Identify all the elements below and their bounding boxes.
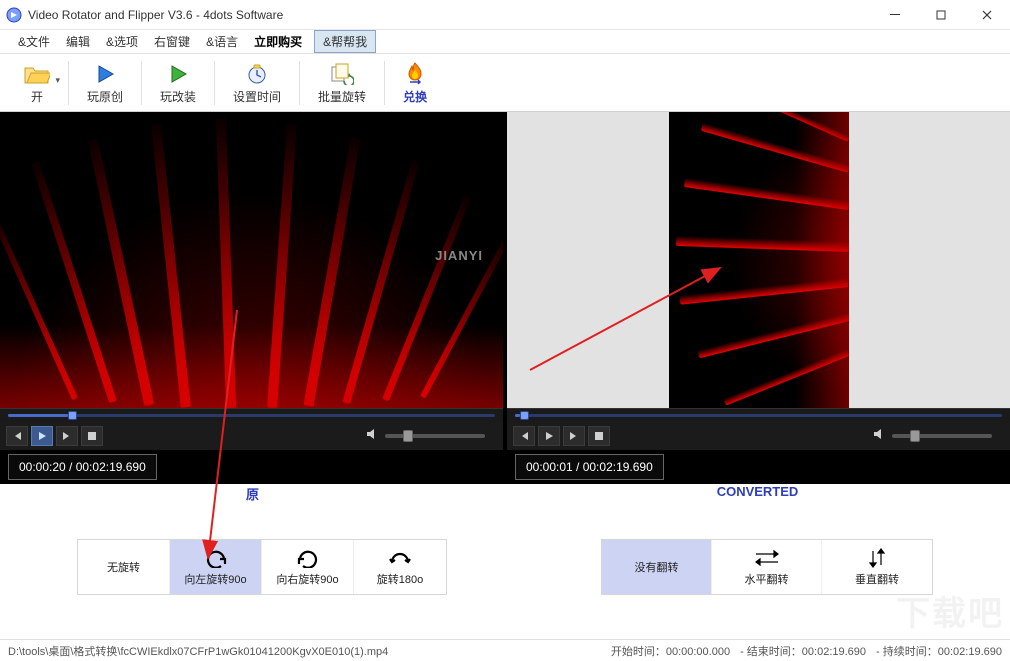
volume-slider[interactable] bbox=[892, 434, 992, 438]
statusbar: D:\tools\桌面\格式转换\fcCWIEkdlx07CFrP1wGk010… bbox=[0, 639, 1010, 661]
play-converted-label: 玩改装 bbox=[160, 88, 196, 105]
open-button[interactable]: 开 ▾ bbox=[10, 57, 64, 109]
menu-buy-now[interactable]: 立即购买 bbox=[246, 30, 310, 53]
converted-label: CONVERTED bbox=[505, 484, 1010, 508]
menu-options[interactable]: &选项 bbox=[98, 30, 146, 53]
status-duration: - 持续时间：00:02:19.690 bbox=[876, 643, 1002, 659]
play-blue-icon bbox=[94, 60, 116, 88]
converted-video-pane: 00:00:01 / 00:02:19.690 bbox=[507, 112, 1010, 484]
play-green-icon bbox=[167, 60, 189, 88]
window-title: Video Rotator and Flipper V3.6 - 4dots S… bbox=[28, 8, 872, 22]
maximize-button[interactable] bbox=[918, 0, 964, 29]
play-button[interactable] bbox=[538, 426, 560, 446]
toolbar-separator bbox=[68, 61, 69, 105]
prev-button[interactable] bbox=[513, 426, 535, 446]
flip-group: 没有翻转 水平翻转 垂直翻转 bbox=[601, 539, 933, 595]
play-original-label: 玩原创 bbox=[87, 88, 123, 105]
video-area: JIANYI 00:00:20 / 00:02:19.690 bbox=[0, 112, 1010, 484]
original-time-display: 00:00:20 / 00:02:19.690 bbox=[8, 454, 157, 480]
titlebar: Video Rotator and Flipper V3.6 - 4dots S… bbox=[0, 0, 1010, 30]
flip-vertical-label: 垂直翻转 bbox=[855, 571, 899, 587]
toolbar-separator bbox=[384, 61, 385, 105]
original-video-canvas[interactable]: JIANYI bbox=[0, 112, 503, 408]
rotate-180-button[interactable]: 旋转180o bbox=[354, 540, 446, 594]
flip-horizontal-button[interactable]: 水平翻转 bbox=[712, 540, 822, 594]
batch-rotate-label: 批量旋转 bbox=[318, 88, 366, 105]
rotate-left-icon bbox=[203, 547, 229, 569]
play-converted-button[interactable]: 玩改装 bbox=[146, 57, 210, 109]
converted-seekbar[interactable] bbox=[507, 408, 1010, 422]
menu-language[interactable]: &语言 bbox=[198, 30, 246, 53]
next-button[interactable] bbox=[563, 426, 585, 446]
rotate-right-icon bbox=[295, 547, 321, 569]
toolbar-separator bbox=[141, 61, 142, 105]
rotate-180-label: 旋转180o bbox=[377, 571, 423, 587]
original-seekbar[interactable] bbox=[0, 408, 503, 422]
stop-button[interactable] bbox=[588, 426, 610, 446]
converted-video-canvas[interactable] bbox=[507, 112, 1010, 408]
volume-icon[interactable] bbox=[365, 427, 379, 446]
rotate-180-icon bbox=[387, 547, 413, 569]
play-button[interactable] bbox=[31, 426, 53, 446]
status-end: - 结束时间：00:02:19.690 bbox=[740, 643, 866, 659]
toolbar-separator bbox=[214, 61, 215, 105]
convert-label: 兑换 bbox=[403, 88, 427, 105]
menubar: &文件 编辑 &选项 右窗键 &语言 立即购买 &帮帮我 bbox=[0, 30, 1010, 54]
pane-labels: 原 CONVERTED bbox=[0, 484, 1010, 508]
video-watermark: JIANYI bbox=[435, 248, 483, 263]
app-icon bbox=[6, 7, 22, 23]
dropdown-arrow-icon[interactable]: ▾ bbox=[55, 75, 60, 86]
converted-time-display: 00:00:01 / 00:02:19.690 bbox=[515, 454, 664, 480]
original-video-pane: JIANYI 00:00:20 / 00:02:19.690 bbox=[0, 112, 503, 484]
set-time-label: 设置时间 bbox=[233, 88, 281, 105]
stop-button[interactable] bbox=[81, 426, 103, 446]
options-area: 无旋转 向左旋转90o 向右旋转90o 旋转180o 没有翻转 bbox=[0, 508, 1010, 626]
flip-none-button[interactable]: 没有翻转 bbox=[602, 540, 712, 594]
convert-button[interactable]: 兑换 bbox=[389, 57, 441, 109]
rotate-none-label: 无旋转 bbox=[107, 559, 140, 575]
play-original-button[interactable]: 玩原创 bbox=[73, 57, 137, 109]
rotation-group: 无旋转 向左旋转90o 向右旋转90o 旋转180o bbox=[77, 539, 447, 595]
next-button[interactable] bbox=[56, 426, 78, 446]
rotate-none-button[interactable]: 无旋转 bbox=[78, 540, 170, 594]
menu-edit[interactable]: 编辑 bbox=[58, 30, 98, 53]
original-time-row: 00:00:20 / 00:02:19.690 bbox=[0, 450, 503, 484]
toolbar-separator bbox=[299, 61, 300, 105]
status-start: 开始时间：00:00:00.000 bbox=[611, 643, 730, 659]
flip-horizontal-label: 水平翻转 bbox=[745, 571, 789, 587]
menu-contextmenu[interactable]: 右窗键 bbox=[146, 30, 198, 53]
batch-rotate-icon bbox=[330, 60, 354, 88]
original-controls bbox=[0, 422, 503, 450]
menu-file[interactable]: &文件 bbox=[10, 30, 58, 53]
close-button[interactable] bbox=[964, 0, 1010, 29]
rotate-right90-button[interactable]: 向右旋转90o bbox=[262, 540, 354, 594]
rotate-right90-label: 向右旋转90o bbox=[276, 571, 338, 587]
volume-slider[interactable] bbox=[385, 434, 485, 438]
flame-convert-icon bbox=[404, 60, 426, 88]
flip-none-label: 没有翻转 bbox=[635, 559, 679, 575]
set-time-button[interactable]: 设置时间 bbox=[219, 57, 295, 109]
flip-vertical-button[interactable]: 垂直翻转 bbox=[822, 540, 932, 594]
converted-time-row: 00:00:01 / 00:02:19.690 bbox=[507, 450, 1010, 484]
menu-help[interactable]: &帮帮我 bbox=[314, 30, 376, 53]
toolbar: 开 ▾ 玩原创 玩改装 设置时间 批量旋转 兑换 bbox=[0, 54, 1010, 112]
volume-icon[interactable] bbox=[872, 427, 886, 446]
flip-vertical-icon bbox=[866, 547, 888, 569]
rotate-left90-label: 向左旋转90o bbox=[184, 571, 246, 587]
clock-icon bbox=[246, 60, 268, 88]
batch-rotate-button[interactable]: 批量旋转 bbox=[304, 57, 380, 109]
rotate-left90-button[interactable]: 向左旋转90o bbox=[170, 540, 262, 594]
folder-open-icon bbox=[24, 60, 50, 88]
minimize-button[interactable] bbox=[872, 0, 918, 29]
open-label: 开 bbox=[31, 88, 43, 105]
status-filepath: D:\tools\桌面\格式转换\fcCWIEkdlx07CFrP1wGk010… bbox=[8, 643, 601, 659]
flip-horizontal-icon bbox=[752, 547, 782, 569]
converted-controls bbox=[507, 422, 1010, 450]
original-label: 原 bbox=[0, 484, 505, 508]
prev-button[interactable] bbox=[6, 426, 28, 446]
